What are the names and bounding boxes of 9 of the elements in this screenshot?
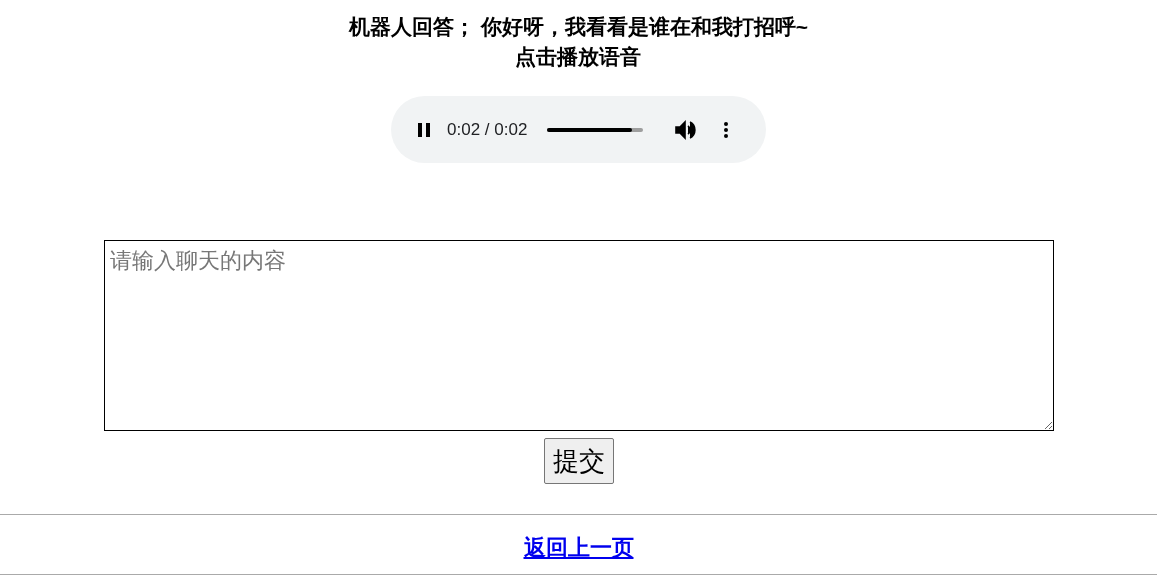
submit-button[interactable]: 提交 — [543, 438, 614, 484]
chat-input[interactable]: 请输入聊天的内容 — [103, 240, 1054, 431]
time-display: 0:02 / 0:02 — [447, 118, 528, 141]
reply-text: 机器人回答； 你好呀，我看看是谁在和我打招呼~ — [348, 14, 809, 40]
reply-text: 点击播放语音 — [515, 44, 642, 70]
more-icon[interactable] — [723, 120, 730, 139]
volume-icon[interactable] — [675, 119, 698, 140]
back-link[interactable]: 返回上一页 — [523, 531, 634, 564]
pause-icon[interactable] — [415, 120, 433, 139]
